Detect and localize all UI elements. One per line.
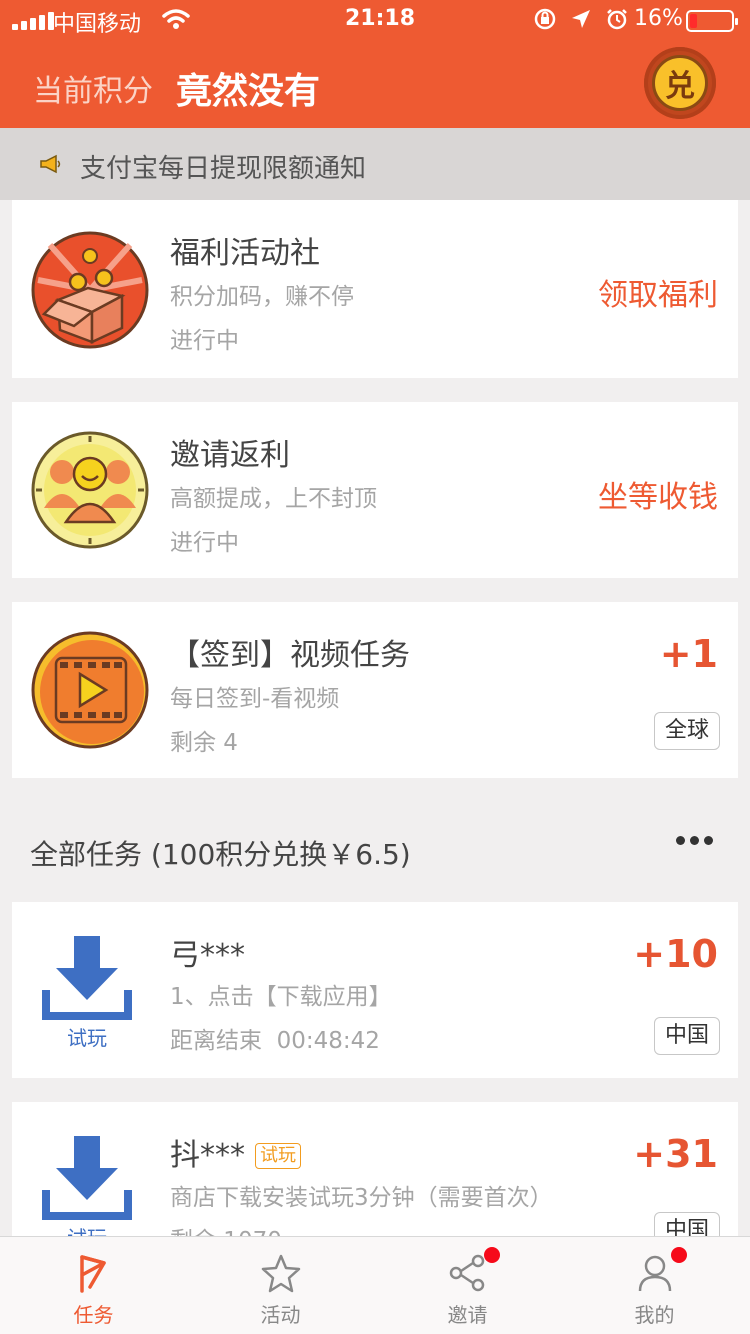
- carrier-name: 中国移动: [53, 12, 142, 37]
- download-trial-button[interactable]: 试玩: [42, 1136, 132, 1250]
- battery-icon: [686, 10, 738, 32]
- points-header: 当前积分 竟然没有 兑: [0, 40, 750, 128]
- all-tasks-label: 全部任务 (100积分兑换￥6.5): [30, 838, 411, 871]
- invite-title: 邀请返利: [170, 438, 290, 473]
- countdown-value: 00:48:42: [276, 1028, 380, 1054]
- tab-label: 我的: [634, 1303, 675, 1327]
- region-badge: 全球: [653, 712, 720, 750]
- wifi-icon: [162, 9, 190, 29]
- tab-label: 活动: [260, 1303, 301, 1327]
- countdown-label: 距离结束: [170, 1028, 262, 1054]
- battery-percent: 16%: [634, 6, 683, 31]
- video-task-subtitle: 每日签到-看视频: [170, 686, 340, 712]
- welfare-status: 进行中: [170, 328, 239, 354]
- video-checkin-card[interactable]: 【签到】视频任务 每日签到-看视频 剩余 4 +1 全球: [12, 602, 738, 778]
- tab-activity[interactable]: 活动: [187, 1237, 374, 1334]
- gift-box-icon: [31, 231, 149, 349]
- task-title: 抖*** 试玩: [170, 1130, 301, 1174]
- region-badge: 中国: [653, 1017, 720, 1055]
- tab-label: 任务: [73, 1303, 114, 1327]
- task-reward: +31: [633, 1132, 718, 1176]
- trial-tag: 试玩: [255, 1143, 301, 1169]
- download-icon: [42, 1136, 132, 1220]
- trial-label: 试玩: [67, 1026, 107, 1050]
- welfare-card[interactable]: 福利活动社 积分加码，赚不停 进行中 领取福利: [12, 200, 738, 378]
- all-tasks-header: 全部任务 (100积分兑换￥6.5): [0, 800, 750, 900]
- exchange-button[interactable]: 兑: [644, 47, 716, 119]
- task-title: 弓***: [170, 938, 245, 973]
- task-subtitle: 商店下载安装试玩3分钟（需要首次）: [170, 1185, 553, 1211]
- tab-invite[interactable]: 邀请: [374, 1237, 561, 1334]
- signal-icon: [12, 12, 54, 30]
- points-label: 当前积分: [33, 74, 153, 109]
- location-icon: [572, 10, 590, 28]
- task-row[interactable]: 试玩 弓*** 1、点击【下载应用】 距离结束 00:48:42 +10 中国: [12, 902, 738, 1078]
- clock: 21:18: [345, 6, 416, 31]
- video-play-icon: [31, 631, 149, 749]
- points-value: 竟然没有: [176, 71, 321, 112]
- video-task-remaining: 剩余 4: [170, 730, 238, 756]
- tab-label: 邀请: [447, 1303, 488, 1327]
- more-options-icon[interactable]: [676, 836, 713, 845]
- invite-card[interactable]: 邀请返利 高额提成，上不封顶 进行中 坐等收钱: [12, 402, 738, 578]
- welfare-subtitle: 积分加码，赚不停: [170, 284, 354, 310]
- notification-badge: [484, 1247, 500, 1263]
- notification-badge: [671, 1247, 687, 1263]
- user-icon: [638, 1255, 672, 1292]
- notice-text: 支付宝每日提现限额通知: [80, 154, 367, 184]
- bottom-tab-bar: 任务 活动 邀请 我的: [0, 1236, 750, 1334]
- download-trial-button[interactable]: 试玩: [42, 936, 132, 1050]
- star-icon: [261, 1254, 301, 1293]
- claim-welfare-link[interactable]: 领取福利: [598, 270, 718, 314]
- video-task-title: 【签到】视频任务: [170, 638, 410, 673]
- exchange-coin-icon: 兑: [652, 55, 708, 111]
- task-reward: +10: [633, 932, 718, 976]
- share-icon: [449, 1254, 485, 1292]
- notice-bar[interactable]: 支付宝每日提现限额通知: [0, 128, 750, 200]
- invite-people-icon: [31, 431, 149, 549]
- invite-status: 进行中: [170, 530, 239, 556]
- welfare-title: 福利活动社: [170, 236, 320, 271]
- wait-for-money-link[interactable]: 坐等收钱: [598, 472, 718, 516]
- task-countdown: 距离结束 00:48:42: [170, 1021, 380, 1055]
- video-task-reward: +1: [659, 632, 718, 676]
- megaphone-icon: [40, 154, 61, 174]
- invite-subtitle: 高额提成，上不封顶: [170, 486, 377, 512]
- tab-profile[interactable]: 我的: [561, 1237, 748, 1334]
- status-bar: 中国移动 21:18 16%: [0, 0, 750, 40]
- task-title-text: 抖***: [170, 1138, 245, 1173]
- rotation-lock-icon: [534, 8, 556, 30]
- flag-icon: [80, 1255, 106, 1293]
- tab-tasks[interactable]: 任务: [0, 1237, 187, 1334]
- task-subtitle: 1、点击【下载应用】: [170, 984, 392, 1010]
- download-icon: [42, 936, 132, 1020]
- alarm-icon: [607, 9, 627, 30]
